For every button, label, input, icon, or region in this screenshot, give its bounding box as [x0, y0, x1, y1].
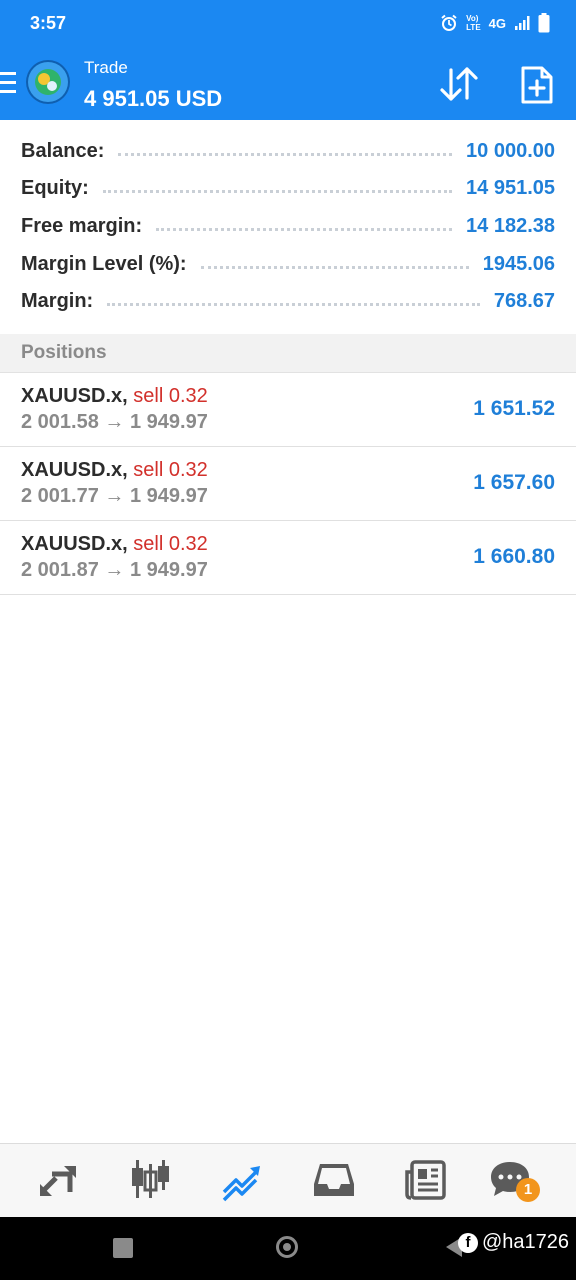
summary-label: Margin: [21, 289, 94, 312]
positions-header: Positions [0, 334, 576, 373]
quotes-icon[interactable] [36, 1158, 80, 1202]
signal-icon [515, 16, 530, 30]
home-button[interactable] [276, 1236, 298, 1258]
watermark-text: @ha1726 [482, 1231, 570, 1253]
position-symbol: XAUUSD.x, [21, 459, 128, 481]
position-prices: 2 001.58 → 1 949.97 [21, 411, 208, 433]
summary-value: 768.67 [493, 289, 555, 312]
chart-icon[interactable] [128, 1158, 172, 1202]
new-order-icon[interactable] [520, 66, 554, 104]
position-symbol-line: XAUUSD.x, sell 0.32 [21, 459, 208, 482]
summary-label: Free margin: [21, 214, 143, 237]
summary-value: 14 951.05 [466, 176, 555, 199]
position-profit: 1 660.80 [473, 545, 555, 568]
status-bar: 3:57 Vo) LTE 4G [0, 0, 576, 48]
battery-icon [538, 13, 550, 33]
summary-value: 10 000.00 [466, 139, 555, 162]
summary-label: Equity: [21, 176, 89, 199]
recents-button[interactable] [113, 1238, 133, 1258]
alarm-icon [441, 14, 457, 31]
position-prices: 2 001.77 → 1 949.97 [21, 485, 208, 507]
account-summary: Balance: 10 000.00 Equity: 14 951.05 Fre… [0, 120, 576, 335]
account-profit: 4 951.05 USD [84, 86, 223, 111]
position-row[interactable]: XAUUSD.x, sell 0.32 2 001.87 → 1 949.97 … [0, 521, 576, 595]
status-time: 3:57 [30, 13, 67, 33]
volte-indicator: Vo) LTE [466, 14, 481, 32]
menu-icon[interactable] [0, 72, 16, 94]
position-side: sell 0.32 [133, 385, 208, 407]
dotted-leader [102, 189, 453, 193]
position-side: sell 0.32 [133, 459, 208, 481]
summary-label: Margin Level (%): [21, 252, 187, 275]
trade-icon[interactable] [220, 1158, 264, 1202]
summary-value: 14 182.38 [466, 214, 555, 237]
dotted-leader [200, 265, 469, 269]
position-prices: 2 001.87 → 1 949.97 [21, 559, 208, 581]
position-row[interactable]: XAUUSD.x, sell 0.32 2 001.58 → 1 949.97 … [0, 373, 576, 447]
app-bar: Trade 4 951.05 USD [0, 48, 576, 120]
facebook-icon: f [458, 1232, 478, 1253]
sort-icon[interactable] [438, 66, 480, 102]
network-type: 4G [488, 15, 506, 31]
summary-value: 1945.06 [482, 252, 555, 275]
metatrader-logo [26, 60, 70, 104]
summary-row-margin-level: Margin Level (%): 1945.06 [21, 249, 555, 279]
summary-label: Balance: [21, 139, 105, 162]
dotted-leader [156, 227, 453, 231]
position-symbol: XAUUSD.x, [21, 533, 128, 555]
dotted-leader [107, 302, 480, 306]
history-icon[interactable] [312, 1158, 356, 1202]
chat-badge: 1 [516, 1178, 540, 1202]
position-profit: 1 657.60 [473, 471, 555, 494]
dotted-leader [118, 152, 453, 156]
page-title: Trade [84, 58, 128, 77]
position-symbol-line: XAUUSD.x, sell 0.32 [21, 533, 208, 556]
watermark: f @ha1726 [458, 1231, 569, 1254]
position-side: sell 0.32 [133, 533, 208, 555]
position-symbol-line: XAUUSD.x, sell 0.32 [21, 385, 208, 408]
position-symbol: XAUUSD.x, [21, 385, 128, 407]
summary-row-balance: Balance: 10 000.00 [21, 136, 555, 166]
status-icons: Vo) LTE 4G [440, 13, 550, 33]
positions-header-label: Positions [21, 342, 107, 363]
news-icon[interactable] [404, 1158, 448, 1202]
summary-row-free-margin: Free margin: 14 182.38 [21, 211, 555, 241]
summary-row-margin: Margin: 768.67 [21, 286, 555, 316]
summary-row-equity: Equity: 14 951.05 [21, 173, 555, 203]
position-profit: 1 651.52 [473, 397, 555, 420]
position-row[interactable]: XAUUSD.x, sell 0.32 2 001.77 → 1 949.97 … [0, 447, 576, 521]
bottom-navigation: 1 [0, 1143, 576, 1218]
